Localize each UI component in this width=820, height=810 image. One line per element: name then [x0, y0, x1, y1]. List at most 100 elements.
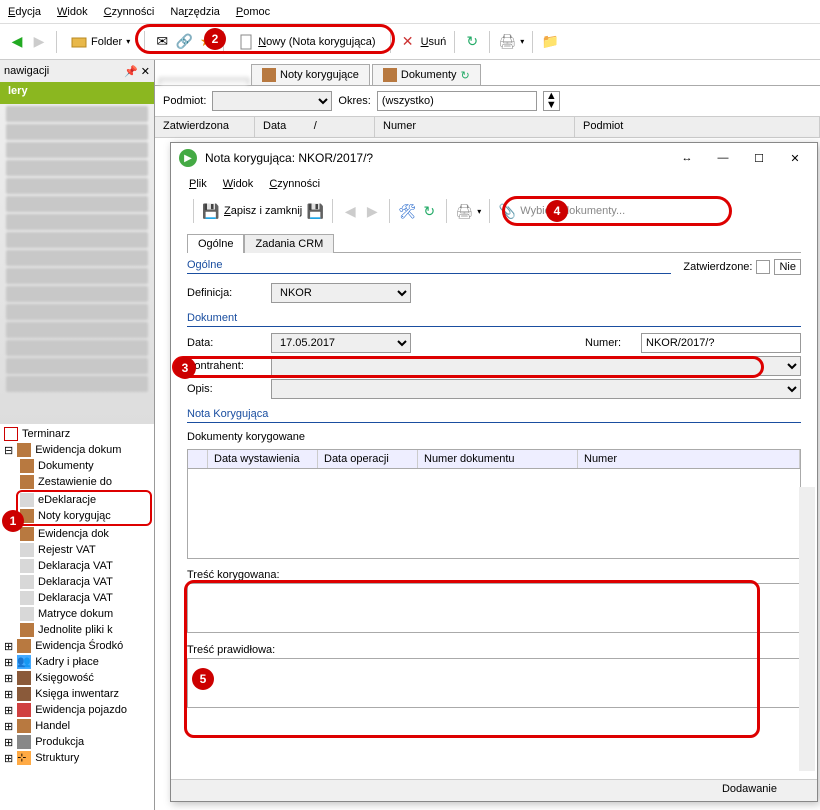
save2-icon[interactable]: 💾 — [306, 202, 324, 220]
gcol-numer[interactable]: Numer — [578, 450, 800, 468]
nav-deklaracja-vat-3[interactable]: Deklaracja VAT — [2, 590, 152, 606]
nav-next-icon[interactable]: ▶ — [363, 202, 381, 220]
nav-kadry[interactable]: ⊞ 👥Kadry i płace — [2, 654, 152, 670]
gcol-data-wystawienia[interactable]: Data wystawienia — [208, 450, 318, 468]
menu-czynnosci[interactable]: Czynności — [104, 6, 155, 18]
nav-ksiegowosc[interactable]: ⊞ Księgowość — [2, 670, 152, 686]
col-data[interactable]: Data / — [255, 117, 375, 137]
back-icon[interactable]: ◀ — [8, 33, 26, 51]
gcol-data-operacji[interactable]: Data operacji — [318, 450, 418, 468]
podmiot-select[interactable] — [212, 91, 332, 111]
col-podmiot[interactable]: Podmiot — [575, 117, 820, 137]
zapisz-zamknij-button[interactable]: Zapisz i zamknij — [224, 205, 302, 217]
nav-produkcja[interactable]: ⊞ Produkcja — [2, 734, 152, 750]
nav-jednolite[interactable]: Jednolite pliki k — [2, 622, 152, 638]
nav-zestawienie[interactable]: Zestawienie do — [2, 474, 152, 490]
print-icon[interactable]: 🖨 — [498, 33, 516, 51]
tresc-korygowana-input[interactable] — [187, 583, 801, 633]
menu-edycja[interactable]: EEdycjadycja — [8, 6, 41, 18]
pin-icon[interactable]: 📌 — [124, 66, 138, 78]
tab-ogolne[interactable]: Ogólne — [187, 234, 244, 253]
minimize-button[interactable]: — — [709, 148, 737, 168]
forward-icon[interactable]: ▶ — [30, 33, 48, 51]
nav-struktury[interactable]: ⊞ ⊹Struktury — [2, 750, 152, 766]
okres-input[interactable] — [377, 91, 537, 111]
definicja-select[interactable]: NKOR — [271, 283, 411, 303]
kontrahent-select[interactable] — [271, 356, 801, 376]
box-icon — [17, 443, 31, 457]
tresc-prawidlowa-input[interactable] — [187, 658, 801, 708]
nav-blurred-area — [0, 104, 154, 424]
tab-dokumenty[interactable]: Dokumenty ↻ — [372, 64, 481, 85]
wybierz-dokumenty-button[interactable]: Wybierz dokumenty... — [520, 205, 625, 217]
nav-handel[interactable]: ⊞ Handel — [2, 718, 152, 734]
menu-widok[interactable]: Widok — [57, 6, 88, 18]
badge-1: 1 — [2, 510, 24, 532]
spinner-icon[interactable]: ▲▼ — [543, 91, 560, 111]
section-ogolne: Ogólne — [187, 253, 671, 274]
attach-icon[interactable]: 📎 — [498, 202, 516, 220]
dokumenty-grid-header: Data wystawienia Data operacji Numer dok… — [188, 450, 800, 469]
dialog-menubar: Plik Widok Czynności — [171, 173, 817, 195]
menu-narzedzia[interactable]: Narzędzia — [170, 6, 220, 18]
print2-icon[interactable]: 🖨 — [455, 202, 473, 220]
dlg-menu-czynnosci[interactable]: Czynności — [269, 178, 320, 190]
col-numer[interactable]: Numer — [375, 117, 575, 137]
zatwierdzone-label: Zatwierdzone: — [683, 261, 752, 273]
nowy-button[interactable]: Nowy (Nota korygująca) — [232, 32, 381, 52]
delete-icon[interactable]: ✕ — [399, 33, 417, 51]
nav-ewidencja-dok[interactable]: Ewidencja dok — [2, 526, 152, 542]
mail-icon[interactable]: ✉ — [153, 33, 171, 51]
box-icon — [20, 527, 34, 541]
nav-deklaracja-vat-1[interactable]: Deklaracja VAT — [2, 558, 152, 574]
nav-deklaracja-vat-2[interactable]: Deklaracja VAT — [2, 574, 152, 590]
data-label: Data: — [187, 337, 265, 349]
car-icon — [17, 703, 31, 717]
nav-terminarz[interactable]: Terminarz — [2, 426, 152, 442]
zatwierdzone-checkbox[interactable] — [756, 260, 770, 274]
dokumenty-grid[interactable]: Data wystawienia Data operacji Numer dok… — [187, 449, 801, 559]
box-icon — [262, 68, 276, 82]
nav-ewidencja-dokum[interactable]: ⊟ Ewidencja dokum — [2, 442, 152, 458]
nav-dokumenty[interactable]: Dokumenty — [2, 458, 152, 474]
tab-zadania-crm[interactable]: Zadania CRM — [244, 234, 334, 253]
nav-header: nawigacji 📌 ✕ — [0, 60, 154, 82]
refresh-icon[interactable]: ↻ — [461, 69, 470, 82]
nav-edeklaracje[interactable]: eDeklaracje — [18, 492, 150, 508]
numer-input[interactable] — [641, 333, 801, 353]
gcol-numer-dokumentu[interactable]: Numer dokumentu — [418, 450, 578, 468]
save-icon[interactable]: 💾 — [202, 202, 220, 220]
book-icon — [17, 671, 31, 685]
nav-ksiega-inwentarz[interactable]: ⊞ Księga inwentarz — [2, 686, 152, 702]
dlg-menu-plik[interactable]: Plik — [189, 178, 207, 190]
green-folder-icon[interactable]: 📁 — [541, 33, 559, 51]
opis-label: Opis: — [187, 383, 265, 395]
nav-ewidencja-srodkow[interactable]: ⊞ Ewidencja Środkó — [2, 638, 152, 654]
nav-ewidencja-pojazdow[interactable]: ⊞ Ewidencja pojazdo — [2, 702, 152, 718]
dlg-menu-widok[interactable]: Widok — [223, 178, 254, 190]
col-zatwierdzona[interactable]: Zatwierdzona — [155, 117, 255, 137]
nav-rejestr-vat[interactable]: Rejestr VAT — [2, 542, 152, 558]
nav-matryce[interactable]: Matryce dokum — [2, 606, 152, 622]
link-icon[interactable]: 🔗 — [175, 33, 193, 51]
opis-select[interactable] — [271, 379, 801, 399]
tab-blurred[interactable] — [159, 78, 249, 85]
gcol-blank[interactable] — [188, 450, 208, 468]
scrollbar-vertical[interactable] — [799, 487, 815, 771]
close-icon[interactable]: ✕ — [141, 66, 150, 78]
close-button[interactable]: ✕ — [781, 148, 809, 168]
resize-icon[interactable]: ↔ — [673, 148, 701, 168]
nav-prev-icon[interactable]: ◀ — [341, 202, 359, 220]
refresh-icon[interactable]: ↻ — [463, 33, 481, 51]
badge-2: 2 — [204, 28, 226, 50]
folder-dropdown[interactable]: Folder ▾ — [65, 32, 136, 52]
refresh2-icon[interactable]: ↻ — [420, 202, 438, 220]
box-icon — [20, 623, 34, 637]
usun-label[interactable]: Usuń — [421, 36, 447, 48]
data-select[interactable]: 17.05.2017 — [271, 333, 411, 353]
tools-icon[interactable]: 🛠 — [398, 202, 416, 220]
nav-noty-korygujace[interactable]: Noty korygując — [18, 508, 150, 524]
menu-pomoc[interactable]: Pomoc — [236, 6, 270, 18]
maximize-button[interactable]: ☐ — [745, 148, 773, 168]
tab-noty-korygujace[interactable]: Noty korygujące — [251, 64, 370, 85]
